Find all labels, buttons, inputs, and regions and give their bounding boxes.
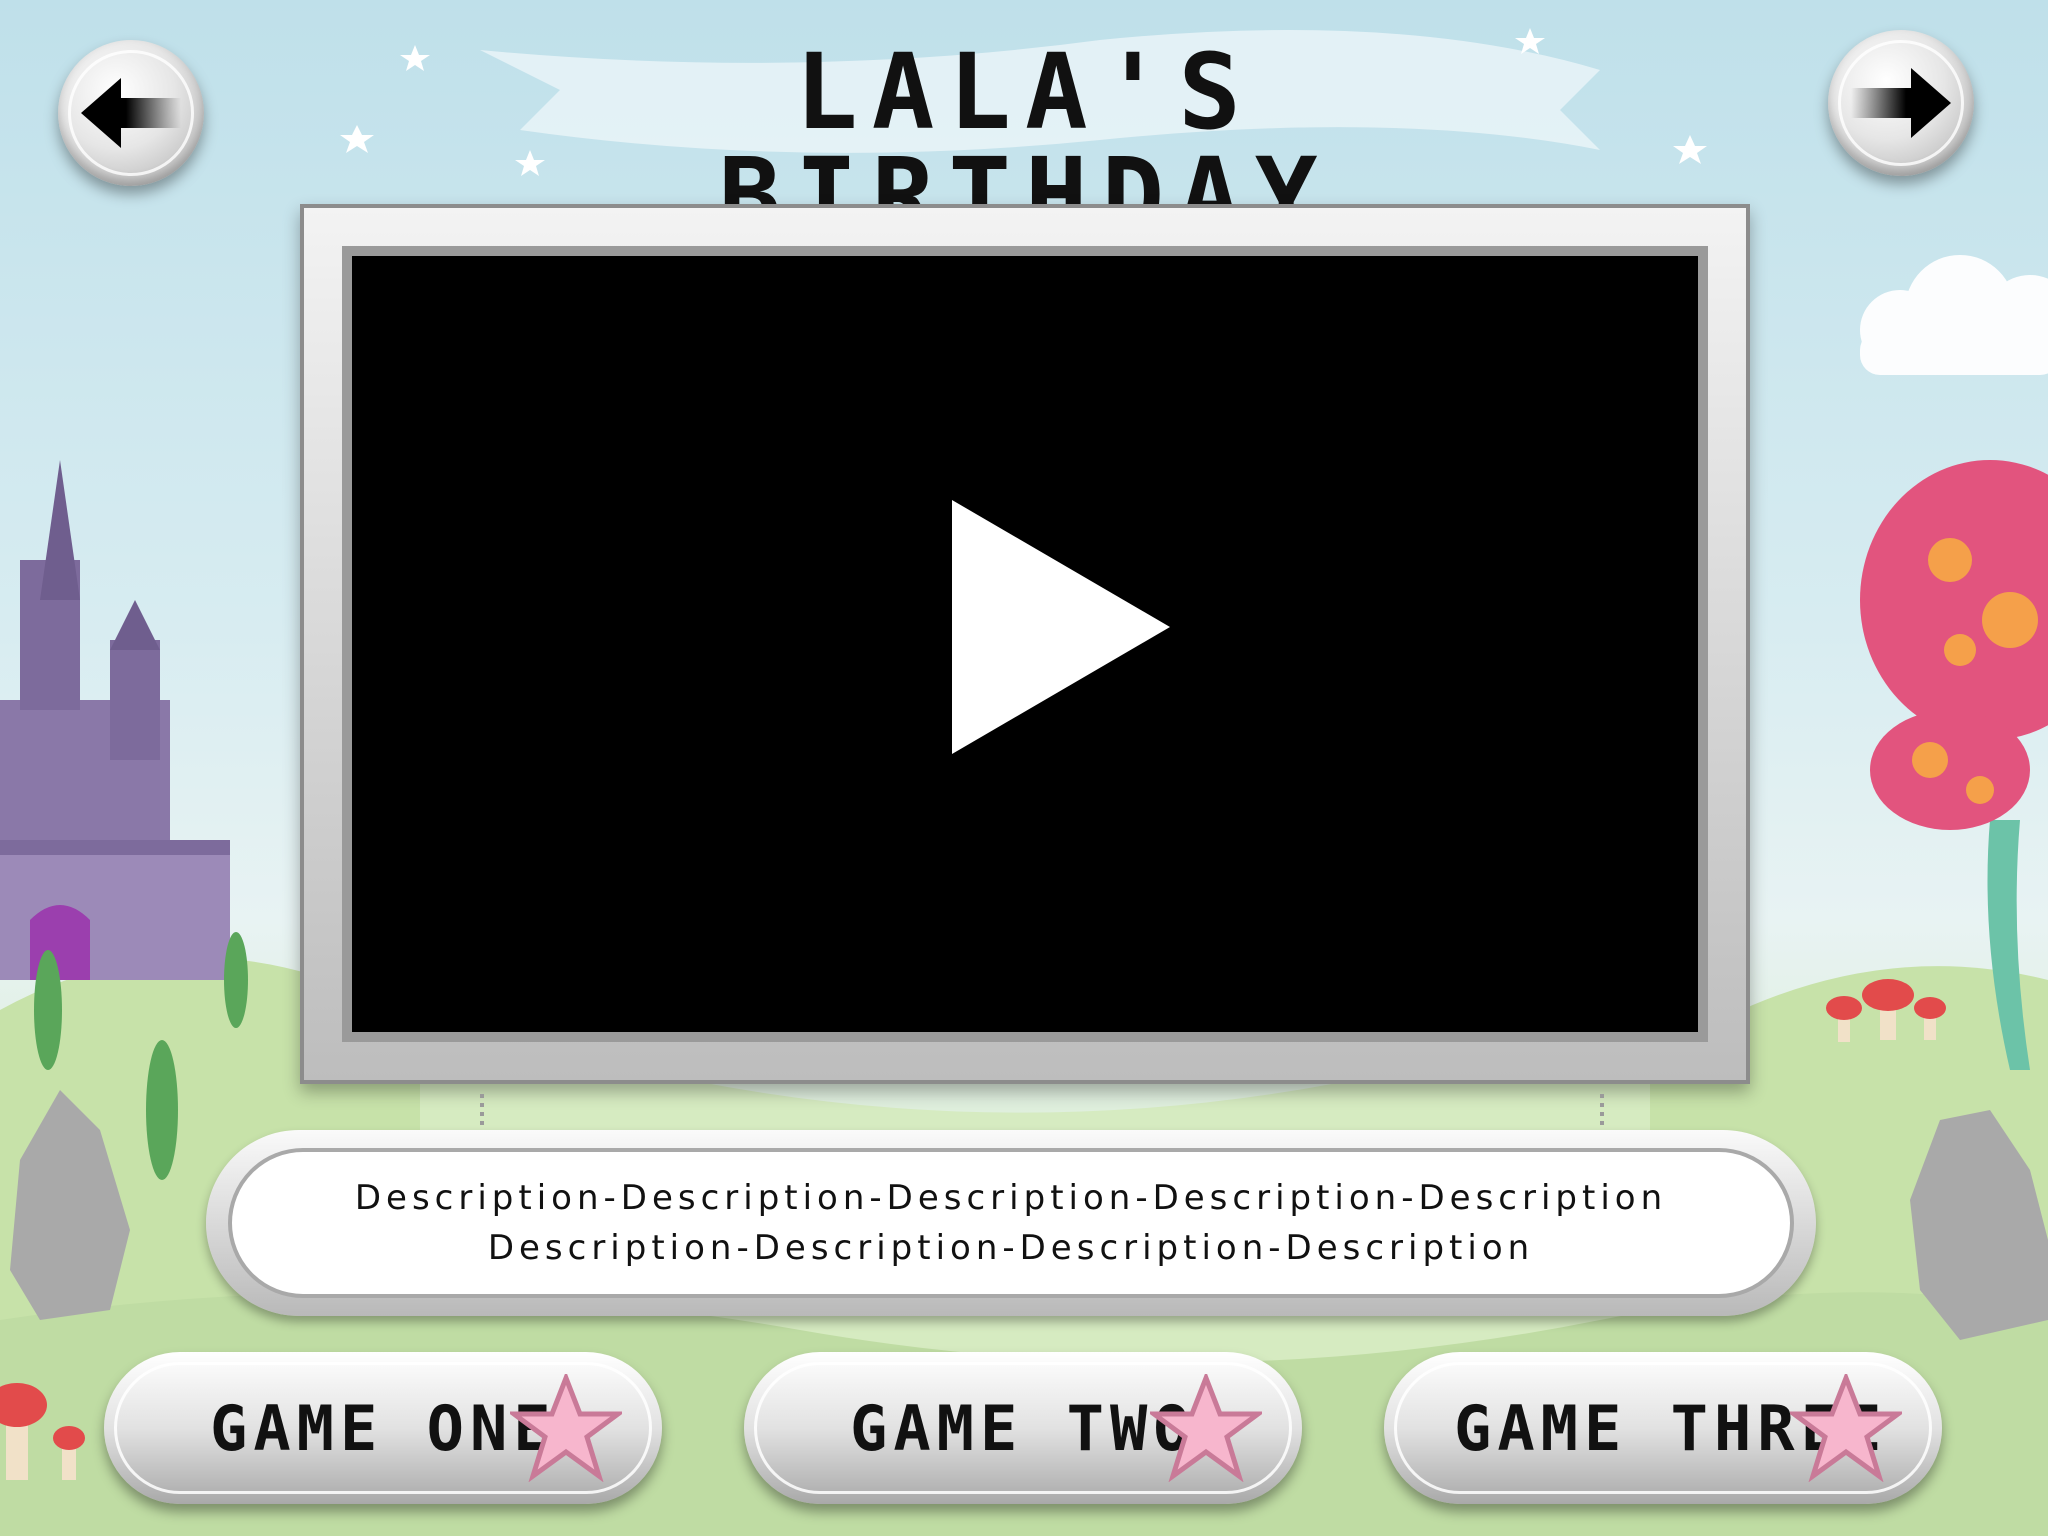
arrow-right-icon — [1851, 68, 1951, 138]
game-button-label: GAME ONE — [210, 1391, 557, 1465]
tree — [224, 932, 248, 1028]
star-icon — [1150, 1374, 1262, 1482]
castle — [0, 460, 230, 980]
description-box: Description-Description-Description-Desc… — [228, 1148, 1794, 1298]
game-three-button[interactable]: GAME THREE — [1384, 1352, 1942, 1504]
connector-dots — [480, 1094, 484, 1128]
video-player[interactable] — [352, 256, 1698, 1032]
cloud — [1860, 255, 2048, 375]
game-two-button[interactable]: GAME TWO — [744, 1352, 1302, 1504]
tree — [146, 1040, 178, 1180]
next-button[interactable] — [1828, 30, 1974, 176]
arrow-left-icon — [81, 78, 181, 148]
star-icon — [1790, 1374, 1902, 1482]
video-frame — [300, 204, 1750, 1084]
play-icon[interactable] — [952, 500, 1170, 754]
game-one-button[interactable]: GAME ONE — [104, 1352, 662, 1504]
connector-dots — [1600, 1094, 1604, 1128]
description-panel: Description-Description-Description-Desc… — [206, 1130, 1816, 1316]
game-button-label: GAME TWO — [850, 1391, 1197, 1465]
star-icon — [510, 1374, 622, 1482]
description-line: Description-Description-Description-Desc… — [354, 1178, 1668, 1218]
tree — [34, 950, 62, 1070]
description-line: Description-Description-Description-Desc… — [487, 1228, 1535, 1268]
game-button-label: GAME THREE — [1454, 1391, 1888, 1465]
back-button[interactable] — [58, 40, 204, 186]
video-bezel — [342, 246, 1708, 1042]
